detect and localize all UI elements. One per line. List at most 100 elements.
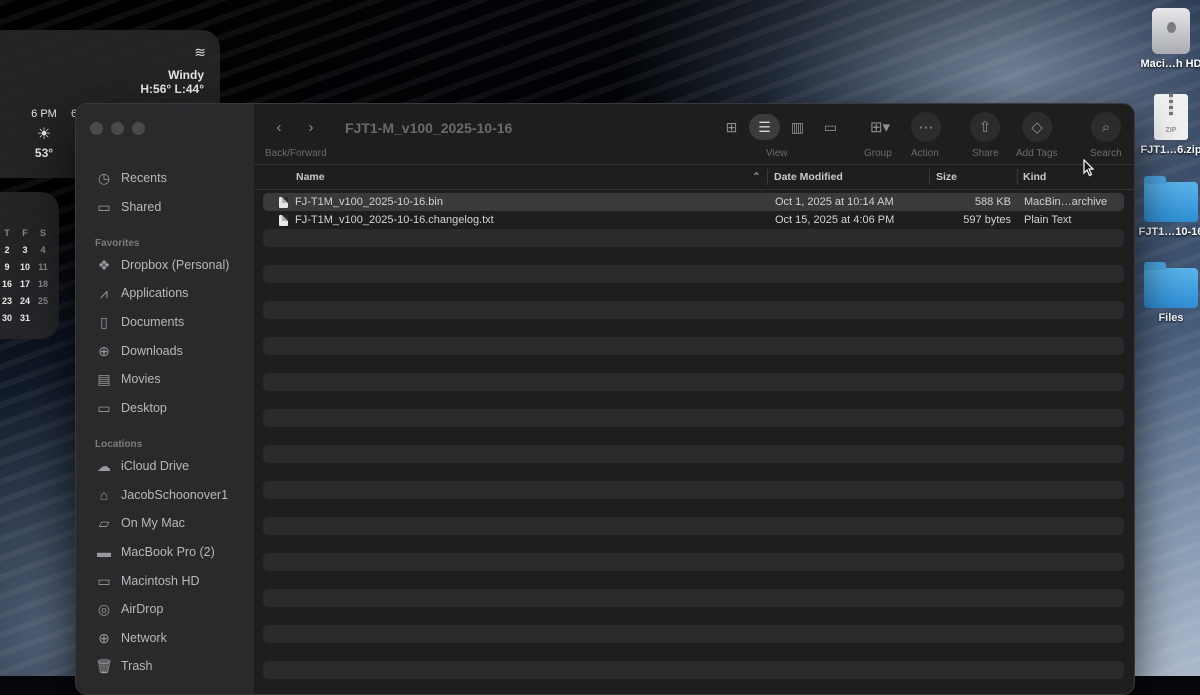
calendar-day: 30 <box>1 312 12 323</box>
zoom-window-button[interactable] <box>132 122 145 135</box>
empty-row <box>263 679 1124 694</box>
empty-row <box>263 499 1124 517</box>
laptop-icon: ▬ <box>97 544 111 560</box>
wind-icon: ≋ <box>194 44 206 60</box>
list-view-button[interactable]: ☰ <box>749 114 780 140</box>
sidebar-item-on-my-mac[interactable]: ▱ On My Mac <box>94 512 185 534</box>
desktop-icon: ▭ <box>97 399 111 416</box>
chevron-right-icon: › <box>308 118 314 136</box>
sidebar-item-applications[interactable]: ⩘ Applications <box>94 282 188 304</box>
home-icon: ⌂ <box>99 487 109 503</box>
shared-folder-icon: ▭ <box>97 198 111 215</box>
gallery-view-button[interactable]: ▭ <box>815 114 846 140</box>
sidebar-item-trash[interactable]: 🗑 Trash <box>94 655 152 677</box>
window-title: FJT1-M_v100_2025-10-16 <box>345 120 513 136</box>
sidebar-item-airdrop[interactable]: ◎ AirDrop <box>94 598 163 620</box>
empty-row <box>263 571 1124 589</box>
globe-icon: ⊕ <box>98 629 110 646</box>
close-window-button[interactable] <box>90 122 103 135</box>
finder-window[interactable]: ◷ Recents ▭ Shared Favorites ❖ Dropbox (… <box>75 103 1135 695</box>
empty-row <box>263 535 1124 553</box>
column-header-name[interactable]: Name <box>296 165 325 189</box>
file-name-cell: FJ-T1M_v100_2025-10-16.bin <box>279 193 443 211</box>
empty-row <box>263 589 1124 607</box>
sidebar-item-recents[interactable]: ◷ Recents <box>94 167 167 189</box>
weather-hour-temp: 53° <box>34 146 54 160</box>
back-button[interactable]: ‹ <box>266 114 292 140</box>
sidebar-item-dropbox[interactable]: ❖ Dropbox (Personal) <box>94 254 230 276</box>
sidebar-item-downloads[interactable]: ⊕ Downloads <box>94 340 183 362</box>
icon-view-button[interactable]: ⊞ <box>716 114 747 140</box>
calendar-week-row: 2 3 4 <box>0 241 56 258</box>
file-row[interactable]: FJ-T1M_v100_2025-10-16.changelog.txt Oct… <box>263 211 1124 229</box>
column-view-button[interactable]: ▥ <box>782 114 813 140</box>
column-header-date-modified[interactable]: Date Modified <box>774 165 843 189</box>
calendar-day: 18 <box>37 278 48 289</box>
forward-button[interactable]: › <box>298 114 324 140</box>
calendar-week-row: 9 10 11 <box>0 258 56 275</box>
empty-row <box>263 445 1124 463</box>
sidebar-item-icloud-drive[interactable]: ☁ iCloud Drive <box>94 455 189 477</box>
sidebar-item-home[interactable]: ⌂ JacobSchoonover1 <box>94 484 228 506</box>
folder-icon <box>1144 262 1198 308</box>
search-icon: ⌕ <box>1101 118 1111 136</box>
file-size: 597 bytes <box>963 214 1011 226</box>
group-button[interactable]: ⊞▾ <box>860 114 900 140</box>
sidebar-item-macbook-pro[interactable]: ▬ MacBook Pro (2) <box>94 541 215 563</box>
calendar-day: 2 <box>4 244 10 255</box>
empty-row <box>263 643 1124 661</box>
folder-icon <box>1144 176 1198 222</box>
minimize-window-button[interactable] <box>111 122 124 135</box>
desktop-icon-macintosh-hd[interactable]: Maci…h HD <box>1131 8 1200 70</box>
film-icon: ▤ <box>97 370 111 387</box>
share-label: Share <box>972 148 999 159</box>
action-button[interactable]: ⋯ <box>911 112 941 142</box>
calendar-widget[interactable]: T F S 2 3 4 9 10 11 16 17 18 23 24 25 30… <box>0 192 59 339</box>
empty-row <box>263 427 1124 445</box>
weather-hour-label: 6 PM <box>31 108 57 120</box>
calendar-day: 11 <box>38 261 48 272</box>
calendar-day: 31 <box>19 312 30 323</box>
sidebar-item-network[interactable]: ⊕ Network <box>94 627 167 649</box>
column-header-kind[interactable]: Kind <box>1023 165 1046 189</box>
sidebar-item-label: MacBook Pro (2) <box>121 545 215 559</box>
empty-row <box>263 373 1124 391</box>
sort-chevron-icon: ⌃ <box>752 171 761 183</box>
sidebar-item-desktop[interactable]: ▭ Desktop <box>94 397 166 419</box>
sidebar-item-label: AirDrop <box>121 602 164 616</box>
empty-row <box>263 229 1124 247</box>
file-size: 588 KB <box>974 196 1011 208</box>
file-row[interactable]: FJ-T1M_v100_2025-10-16.bin Oct 1, 2025 a… <box>263 193 1124 211</box>
add-tags-button[interactable]: ◇ <box>1022 112 1052 142</box>
empty-row <box>263 481 1124 499</box>
desktop-icon-files[interactable]: Files <box>1131 262 1200 324</box>
desktop-icon-label: FJT1…10-16 <box>1138 226 1200 238</box>
file-list: FJ-T1M_v100_2025-10-16.bin Oct 1, 2025 a… <box>263 193 1124 694</box>
share-button[interactable]: ⇧ <box>970 112 1000 142</box>
weekday-header: S <box>39 227 46 238</box>
search-button[interactable]: ⌕ <box>1091 112 1121 142</box>
desktop-icon-folder[interactable]: FJT1…10-16 <box>1131 176 1200 238</box>
finder-toolbar: ‹ › Back/Forward FJT1-M_v100_2025-10-16 … <box>254 104 1134 164</box>
empty-row <box>263 337 1124 355</box>
column-header-size[interactable]: Size <box>936 165 957 189</box>
sidebar-item-documents[interactable]: ▯ Documents <box>94 311 184 333</box>
sidebar-item-movies[interactable]: ▤ Movies <box>94 368 160 390</box>
weather-condition: Windy H:56° L:44° <box>140 68 204 96</box>
desktop-icon-zip[interactable]: FJT1…6.zip <box>1131 94 1200 156</box>
trash-icon: 🗑 <box>95 657 113 674</box>
sidebar-item-label: JacobSchoonover1 <box>121 488 229 502</box>
sidebar-section-locations: Locations <box>95 439 143 450</box>
sidebar-item-macintosh-hd[interactable]: ▭ Macintosh HD <box>94 570 199 592</box>
empty-row <box>263 661 1124 679</box>
sidebar-item-shared[interactable]: ▭ Shared <box>94 196 161 218</box>
weekday-header: F <box>22 227 28 238</box>
calendar-week-row: 23 24 25 <box>0 292 56 309</box>
dropbox-icon: ❖ <box>97 256 111 273</box>
file-date: Oct 1, 2025 at 10:14 AM <box>775 196 894 208</box>
file-kind: MacBin…archive <box>1024 196 1108 208</box>
column-divider <box>1017 169 1018 185</box>
clock-icon: ◷ <box>97 169 111 186</box>
column-divider <box>929 169 930 185</box>
sidebar-item-label: Downloads <box>121 344 183 358</box>
